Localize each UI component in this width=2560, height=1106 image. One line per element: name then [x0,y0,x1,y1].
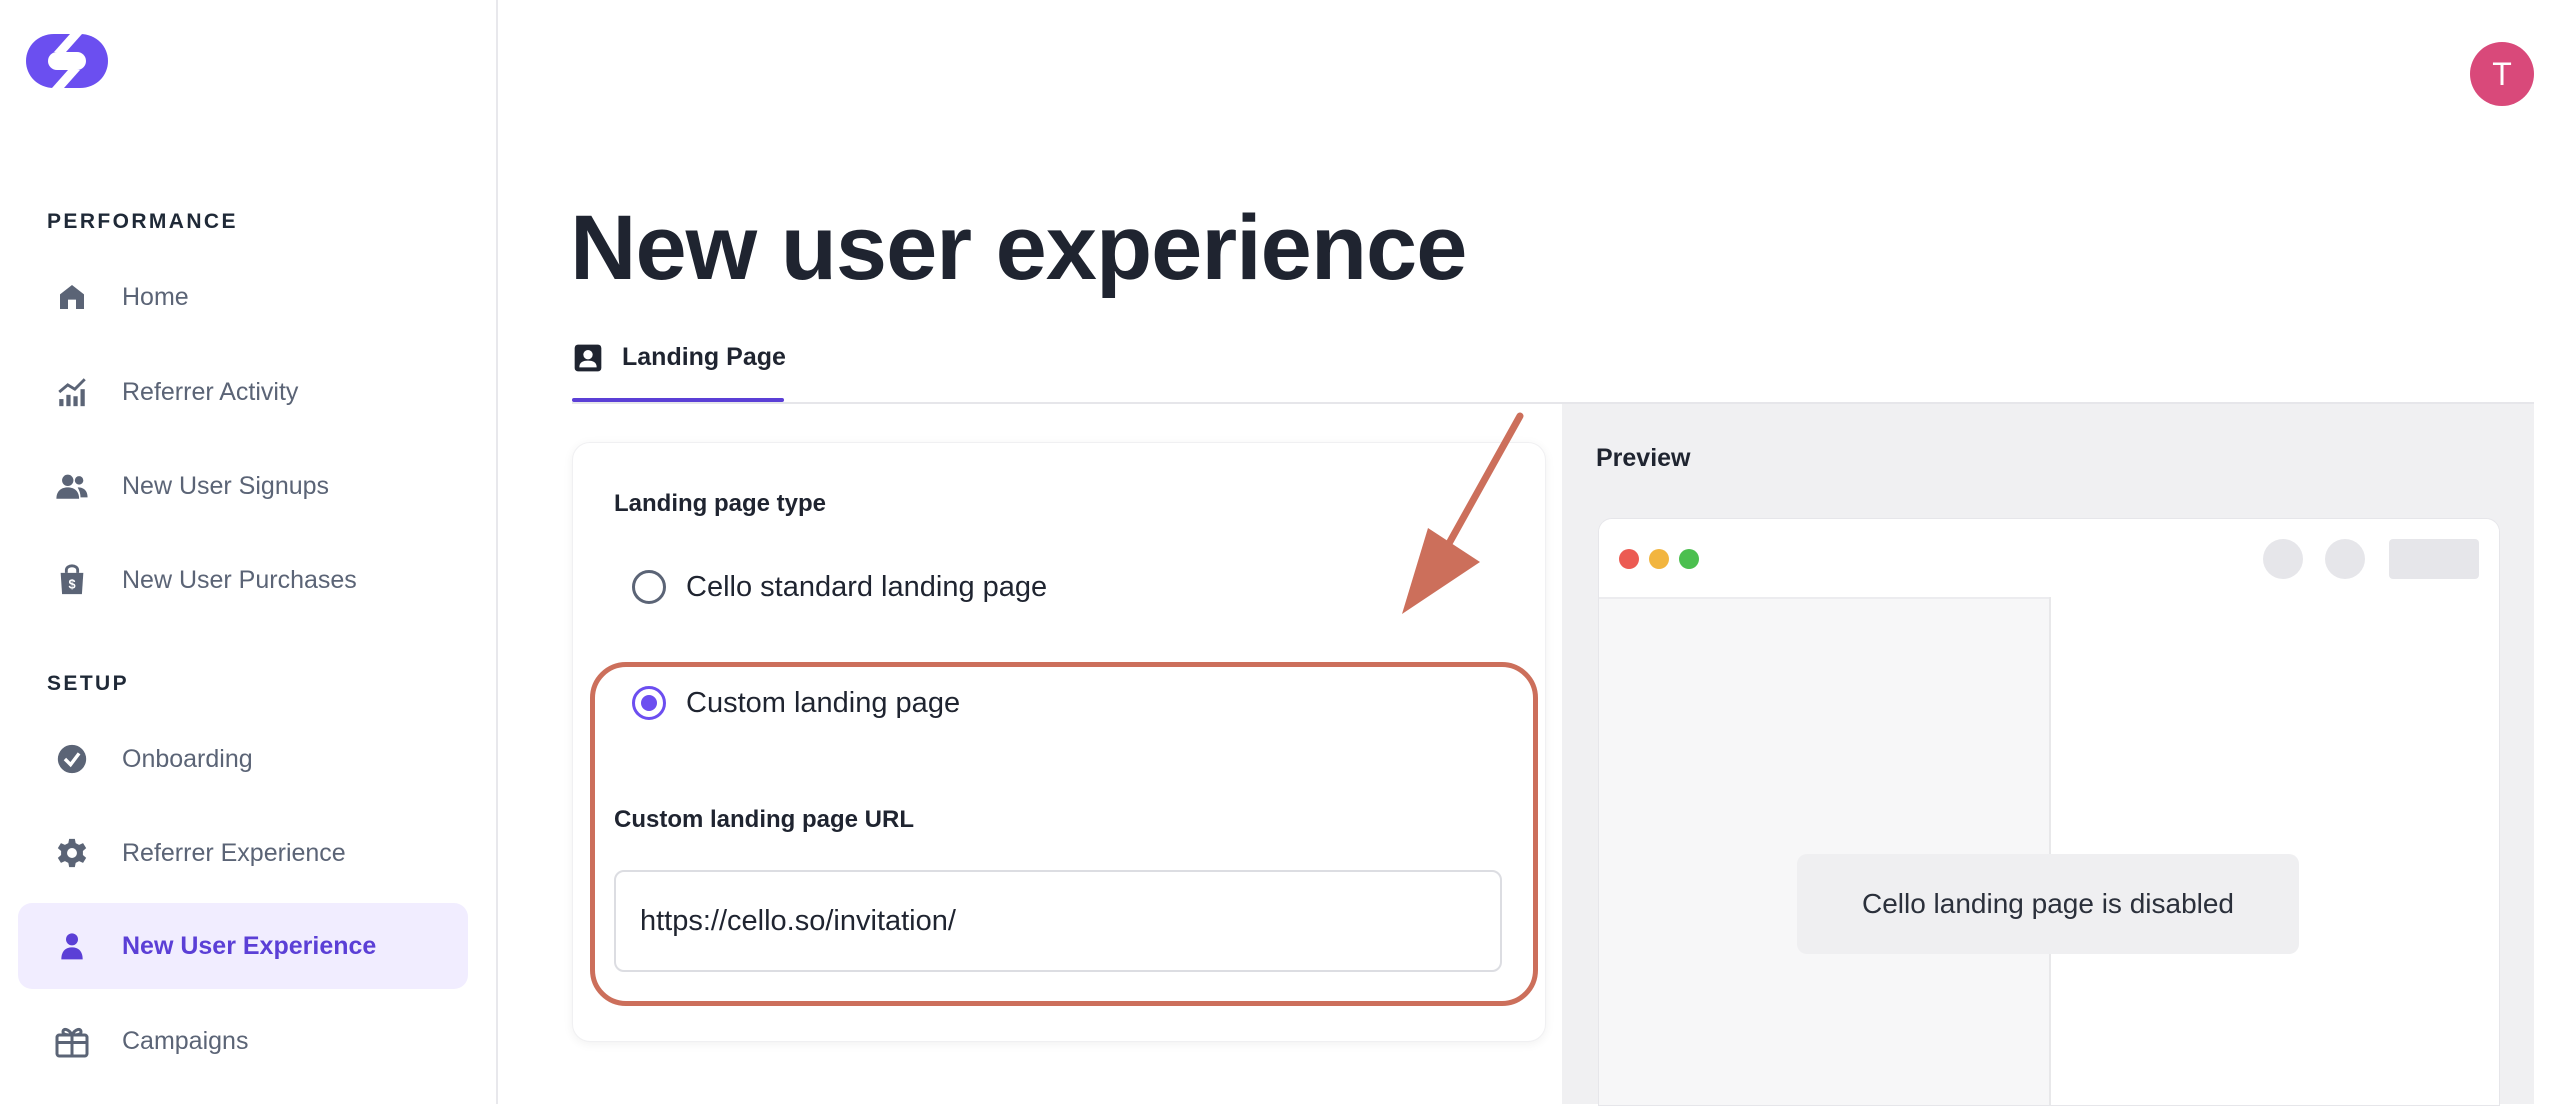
home-icon [52,277,92,317]
radio-label: Cello standard landing page [686,570,1048,603]
preview-label: Preview [1596,444,1691,472]
sidebar-item-label: Home [122,282,189,311]
placeholder-pill [2389,539,2479,579]
sidebar-item-new-user-experience[interactable]: New User Experience [18,903,468,989]
tab-landing-page[interactable]: Landing Page [572,340,786,402]
sidebar-item-home[interactable]: Home [18,254,468,340]
avatar[interactable]: T [2470,42,2534,106]
sidebar-item-label: Referrer Experience [122,838,346,867]
sidebar-item-campaigns[interactable]: Campaigns [18,998,468,1084]
users-icon [52,466,92,506]
sidebar-item-label: Referrer Activity [122,377,299,406]
page-title: New user experience [570,197,1467,299]
sidebar-item-referrer-experience[interactable]: Referrer Experience [18,810,468,896]
sidebar: PERFORMANCE Home Referrer Activity New U… [0,0,498,1104]
contact-card-icon [572,342,604,374]
sidebar-item-onboarding[interactable]: Onboarding [18,716,468,802]
browser-right-pane [2051,597,2499,1105]
sidebar-item-new-user-signups[interactable]: New User Signups [18,443,468,529]
placeholder-circle [2263,539,2303,579]
shopping-bag-icon: $ [52,560,92,600]
radio-button[interactable] [632,570,666,604]
radio-label: Custom landing page [686,686,961,719]
window-minimize-dot [1649,549,1669,569]
svg-text:$: $ [68,577,75,592]
sidebar-item-label: New User Purchases [122,565,357,594]
custom-url-input[interactable] [614,870,1502,972]
browser-toolbar [1599,519,2499,599]
section-label-setup: SETUP [47,672,130,695]
chart-icon [52,372,92,412]
sidebar-item-label: New User Signups [122,471,330,500]
cello-logo-icon[interactable] [24,30,110,92]
custom-url-label: Custom landing page URL [614,806,914,833]
radio-button-selected[interactable] [632,686,666,720]
landing-page-type-label: Landing page type [614,490,827,517]
sidebar-item-label: Campaigns [122,1026,249,1055]
gear-icon [52,833,92,873]
window-maximize-dot [1679,549,1699,569]
placeholder-circle [2325,539,2365,579]
browser-pane-divider [2049,597,2051,1105]
section-label-performance: PERFORMANCE [47,210,238,233]
sidebar-item-new-user-purchases[interactable]: $ New User Purchases [18,537,468,623]
gift-icon [52,1021,92,1061]
sidebar-item-referrer-activity[interactable]: Referrer Activity [18,349,468,435]
check-circle-icon [52,739,92,779]
radio-custom-landing-page[interactable]: Custom landing page [632,686,960,720]
landing-page-disabled-message: Cello landing page is disabled [1797,854,2299,954]
radio-cello-standard-landing-page[interactable]: Cello standard landing page [632,570,1047,604]
window-close-dot [1619,549,1639,569]
browser-mockup [1598,518,2500,1106]
sidebar-item-label: New User Experience [122,931,377,960]
sidebar-item-label: Onboarding [122,744,253,773]
tab-label: Landing Page [622,343,786,371]
user-icon [52,926,92,966]
